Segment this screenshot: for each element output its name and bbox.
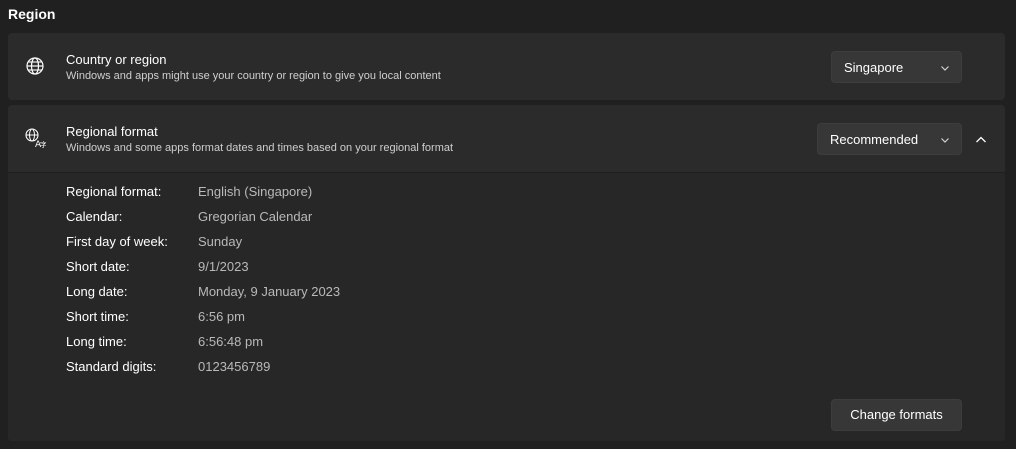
regional-format-title: Regional format	[66, 124, 158, 139]
regional-format-selected-value: Recommended	[830, 132, 919, 147]
detail-row-calendar: Calendar: Gregorian Calendar	[66, 209, 466, 229]
detail-value: Monday, 9 January 2023	[198, 284, 341, 299]
globe-icon	[26, 57, 44, 75]
collapse-button[interactable]	[966, 125, 996, 153]
chevron-down-icon	[941, 138, 949, 143]
chevron-down-icon	[941, 66, 949, 71]
detail-value: 6:56 pm	[198, 309, 245, 324]
detail-value: English (Singapore)	[198, 184, 313, 199]
country-title: Country or region	[66, 52, 167, 67]
country-selected-value: Singapore	[844, 60, 904, 75]
country-or-region-card: Country or region Windows and apps might…	[8, 33, 1005, 100]
detail-value: 9/1/2023	[198, 259, 249, 274]
chevron-up-icon	[976, 136, 986, 143]
detail-row-first-day-of-week: First day of week: Sunday	[66, 234, 466, 254]
detail-label: Standard digits:	[66, 359, 157, 374]
detail-row-short-date: Short date: 9/1/2023	[66, 259, 466, 279]
regional-format-dropdown[interactable]: Recommended	[817, 123, 962, 155]
detail-row-short-time: Short time: 6:56 pm	[66, 309, 466, 329]
detail-value: Gregorian Calendar	[198, 209, 313, 224]
country-dropdown[interactable]: Singapore	[831, 51, 962, 83]
detail-value: Sunday	[198, 234, 243, 249]
detail-label: Long date:	[66, 284, 128, 299]
detail-label: First day of week:	[66, 234, 168, 249]
svg-text:字: 字	[40, 140, 46, 149]
detail-label: Regional format:	[66, 184, 162, 199]
change-formats-button[interactable]: Change formats	[831, 399, 962, 431]
detail-label: Long time:	[66, 334, 127, 349]
section-title: Region	[8, 6, 56, 22]
regional-format-card: A 字 Regional format Windows and some app…	[8, 105, 1005, 441]
region-settings-page: Region Country or region Windows and app…	[0, 0, 1016, 449]
detail-label: Calendar:	[66, 209, 123, 224]
language-format-icon: A 字	[25, 128, 46, 149]
country-description: Windows and apps might use your country …	[66, 70, 441, 82]
detail-row-regional-format: Regional format: English (Singapore)	[66, 184, 466, 204]
detail-row-standard-digits: Standard digits: 0123456789	[66, 359, 466, 379]
detail-row-long-time: Long time: 6:56:48 pm	[66, 334, 466, 354]
regional-format-details: Regional format: English (Singapore) Cal…	[8, 173, 1005, 441]
regional-format-header[interactable]: A 字 Regional format Windows and some app…	[8, 105, 1005, 173]
detail-label: Short date:	[66, 259, 130, 274]
detail-label: Short time:	[66, 309, 129, 324]
detail-value: 0123456789	[198, 359, 271, 374]
detail-value: 6:56:48 pm	[198, 334, 264, 349]
regional-format-description: Windows and some apps format dates and t…	[66, 142, 454, 154]
detail-row-long-date: Long date: Monday, 9 January 2023	[66, 284, 466, 304]
